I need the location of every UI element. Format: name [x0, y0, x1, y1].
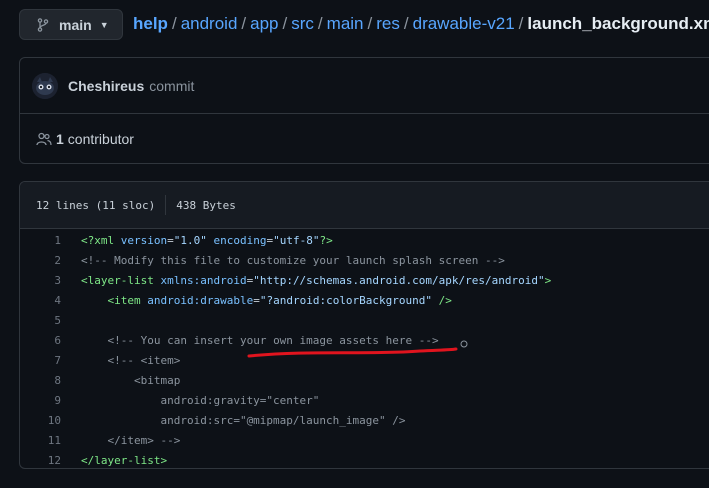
breadcrumb-current-file: launch_background.xml	[527, 14, 709, 33]
code-area: 1 <?xml version="1.0" encoding="utf-8"?> 2…	[20, 229, 709, 468]
triangle-down-icon: ▼	[99, 19, 109, 30]
git-branch-icon	[37, 17, 49, 32]
commit-author-link[interactable]: Cheshireus	[68, 78, 144, 94]
breadcrumb: help / android / app / src / main / res / drawable-v…	[133, 14, 709, 34]
breadcrumb-link-res[interactable]: res	[376, 14, 400, 33]
header-divider	[165, 195, 167, 215]
breadcrumb-link-src[interactable]: src	[291, 14, 314, 33]
file-line-count: 12 lines (11 sloc)	[36, 198, 156, 212]
commit-box: Cheshireus commit 1 contributor	[19, 57, 709, 164]
contributors-row[interactable]: 1 contributor	[20, 114, 709, 164]
breadcrumb-link-android[interactable]: android	[181, 14, 238, 33]
breadcrumb-link-main[interactable]: main	[327, 14, 364, 33]
contributor-label: contributor	[67, 131, 134, 147]
commit-message-link[interactable]: commit	[149, 78, 194, 94]
breadcrumb-link-drawable-v21[interactable]: drawable-v21	[413, 14, 515, 33]
file-view: 12 lines (11 sloc) 438 Bytes 1 <?xml vers…	[19, 181, 709, 469]
branch-selector-button[interactable]: main ▼	[19, 9, 123, 40]
avatar[interactable]	[32, 72, 58, 99]
branch-name: main	[59, 16, 92, 33]
contributor-count: 1	[56, 131, 64, 147]
latest-commit-row: Cheshireus commit	[20, 58, 709, 114]
people-icon	[36, 132, 52, 146]
top-bar: main ▼ help / android / app / src / main / res / dra…	[0, 0, 709, 50]
file-size: 438 Bytes	[176, 198, 236, 212]
breadcrumb-root-link[interactable]: help	[133, 14, 168, 33]
red-underline-annotation	[247, 340, 468, 358]
breadcrumb-link-app[interactable]: app	[250, 14, 278, 33]
file-header: 12 lines (11 sloc) 438 Bytes	[20, 182, 709, 229]
